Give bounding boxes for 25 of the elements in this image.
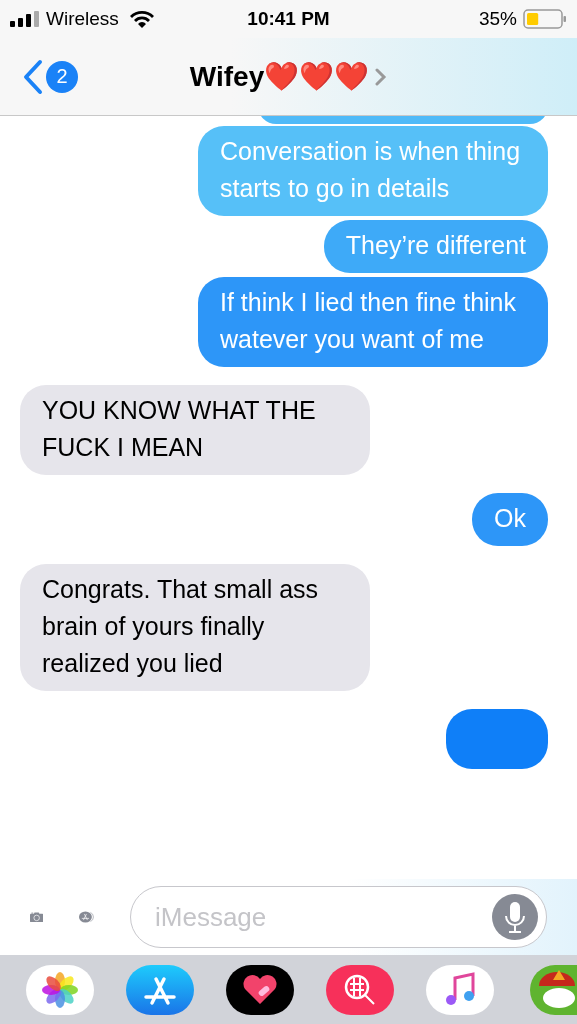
contact-name[interactable]: Wifey❤❤❤ <box>189 60 370 93</box>
clock-time: 10:41 PM <box>247 8 330 30</box>
message-bubble: Ok <box>472 493 548 546</box>
message-input[interactable]: iMessage <box>153 900 492 934</box>
music-app-icon[interactable] <box>426 964 494 1015</box>
message-bubble: Congrats. That small ass brain of yours finally realized you lied <box>20 564 370 691</box>
chevron-right-icon[interactable] <box>375 66 388 87</box>
wifi-icon <box>128 9 155 29</box>
microphone-icon[interactable] <box>492 894 538 940</box>
battery-percent: 35% <box>478 8 517 30</box>
message-bubble: If think I lied then fine think watever you want of me <box>198 277 548 367</box>
message-bubble: YOU KNOW WHAT THE FUCK I MEAN <box>20 385 370 475</box>
unread-badge[interactable]: 2 <box>46 60 78 93</box>
message-bubble: Conversation is when thing starts to go in details <box>198 126 548 216</box>
search-app-icon[interactable] <box>326 964 394 1015</box>
back-chevron-icon[interactable] <box>22 58 44 95</box>
battery-icon <box>523 9 567 29</box>
carrier-name: Wireless <box>46 8 119 30</box>
signal-icon <box>10 11 40 27</box>
message-bubble: They’re different <box>323 220 548 273</box>
app-store-icon[interactable] <box>126 964 194 1015</box>
photos-app-icon[interactable] <box>26 964 94 1015</box>
heart-app-icon[interactable] <box>226 964 294 1015</box>
game-app-icon[interactable] <box>530 964 577 1015</box>
message-field[interactable]: iMessage <box>130 886 547 948</box>
